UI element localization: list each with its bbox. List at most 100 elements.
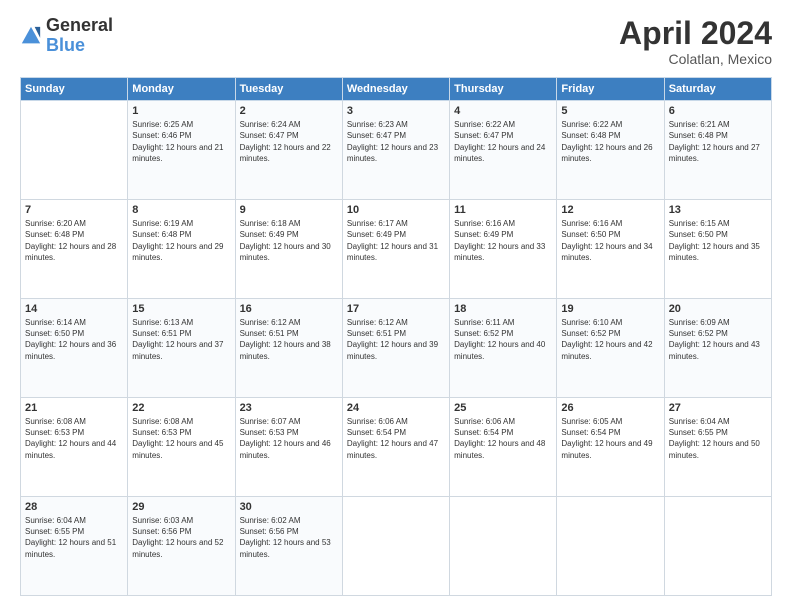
calendar-cell: 5 Sunrise: 6:22 AMSunset: 6:48 PMDaylight…: [557, 101, 664, 200]
day-info: Sunrise: 6:08 AMSunset: 6:53 PMDaylight:…: [132, 416, 230, 461]
calendar-cell: 19 Sunrise: 6:10 AMSunset: 6:52 PMDayligh…: [557, 299, 664, 398]
day-number: 17: [347, 303, 445, 315]
day-number: 13: [669, 204, 767, 216]
day-number: 7: [25, 204, 123, 216]
calendar-cell: 13 Sunrise: 6:15 AMSunset: 6:50 PMDayligh…: [664, 200, 771, 299]
day-info: Sunrise: 6:04 AMSunset: 6:55 PMDaylight:…: [669, 416, 767, 461]
calendar-week-row: 7Sunrise: 6:20 AMSunset: 6:48 PMDaylight…: [21, 200, 772, 299]
day-number: 22: [132, 402, 230, 414]
calendar-cell: [21, 101, 128, 200]
calendar-cell: [664, 497, 771, 596]
day-info: Sunrise: 6:08 AMSunset: 6:53 PMDaylight:…: [25, 416, 123, 461]
weekday-header-saturday: Saturday: [664, 78, 771, 101]
day-number: 14: [25, 303, 123, 315]
day-info: Sunrise: 6:04 AMSunset: 6:55 PMDaylight:…: [25, 515, 123, 560]
day-info: Sunrise: 6:11 AMSunset: 6:52 PMDaylight:…: [454, 317, 552, 362]
day-number: 25: [454, 402, 552, 414]
day-number: 21: [25, 402, 123, 414]
day-info: Sunrise: 6:13 AMSunset: 6:51 PMDaylight:…: [132, 317, 230, 362]
day-number: 2: [240, 105, 338, 117]
calendar-cell: 21 Sunrise: 6:08 AMSunset: 6:53 PMDayligh…: [21, 398, 128, 497]
calendar-week-row: 21 Sunrise: 6:08 AMSunset: 6:53 PMDayligh…: [21, 398, 772, 497]
day-info: Sunrise: 6:24 AMSunset: 6:47 PMDaylight:…: [240, 119, 338, 164]
day-info: Sunrise: 6:15 AMSunset: 6:50 PMDaylight:…: [669, 218, 767, 263]
month-title: April 2024: [619, 16, 772, 51]
calendar-cell: 6Sunrise: 6:21 AMSunset: 6:48 PMDaylight…: [664, 101, 771, 200]
day-info: Sunrise: 6:03 AMSunset: 6:56 PMDaylight:…: [132, 515, 230, 560]
day-info: Sunrise: 6:22 AMSunset: 6:48 PMDaylight:…: [561, 119, 659, 164]
day-number: 15: [132, 303, 230, 315]
weekday-header-tuesday: Tuesday: [235, 78, 342, 101]
calendar-cell: 3 Sunrise: 6:23 AMSunset: 6:47 PMDaylight…: [342, 101, 449, 200]
calendar-cell: 26 Sunrise: 6:05 AMSunset: 6:54 PMDayligh…: [557, 398, 664, 497]
calendar-cell: 4Sunrise: 6:22 AMSunset: 6:47 PMDaylight…: [450, 101, 557, 200]
day-number: 20: [669, 303, 767, 315]
day-info: Sunrise: 6:06 AMSunset: 6:54 PMDaylight:…: [454, 416, 552, 461]
day-info: Sunrise: 6:14 AMSunset: 6:50 PMDaylight:…: [25, 317, 123, 362]
day-number: 11: [454, 204, 552, 216]
weekday-header-thursday: Thursday: [450, 78, 557, 101]
day-number: 28: [25, 501, 123, 513]
day-info: Sunrise: 6:12 AMSunset: 6:51 PMDaylight:…: [347, 317, 445, 362]
day-info: Sunrise: 6:02 AMSunset: 6:56 PMDaylight:…: [240, 515, 338, 560]
weekday-header-wednesday: Wednesday: [342, 78, 449, 101]
day-info: Sunrise: 6:09 AMSunset: 6:52 PMDaylight:…: [669, 317, 767, 362]
calendar-cell: 22 Sunrise: 6:08 AMSunset: 6:53 PMDayligh…: [128, 398, 235, 497]
day-info: Sunrise: 6:12 AMSunset: 6:51 PMDaylight:…: [240, 317, 338, 362]
day-number: 19: [561, 303, 659, 315]
calendar-cell: 28 Sunrise: 6:04 AMSunset: 6:55 PMDayligh…: [21, 497, 128, 596]
day-number: 26: [561, 402, 659, 414]
calendar-cell: 20 Sunrise: 6:09 AMSunset: 6:52 PMDayligh…: [664, 299, 771, 398]
day-number: 8: [132, 204, 230, 216]
day-info: Sunrise: 6:22 AMSunset: 6:47 PMDaylight:…: [454, 119, 552, 164]
calendar-cell: 23 Sunrise: 6:07 AMSunset: 6:53 PMDayligh…: [235, 398, 342, 497]
calendar-cell: 2 Sunrise: 6:24 AMSunset: 6:47 PMDaylight…: [235, 101, 342, 200]
calendar-week-row: 28 Sunrise: 6:04 AMSunset: 6:55 PMDayligh…: [21, 497, 772, 596]
day-number: 30: [240, 501, 338, 513]
day-info: Sunrise: 6:21 AMSunset: 6:48 PMDaylight:…: [669, 119, 767, 164]
calendar-cell: 12 Sunrise: 6:16 AMSunset: 6:50 PMDayligh…: [557, 200, 664, 299]
title-block: April 2024 Colatlan, Mexico: [619, 16, 772, 67]
location: Colatlan, Mexico: [619, 51, 772, 67]
calendar-cell: 16 Sunrise: 6:12 AMSunset: 6:51 PMDayligh…: [235, 299, 342, 398]
calendar-table: SundayMondayTuesdayWednesdayThursdayFrid…: [20, 77, 772, 596]
calendar-cell: 9Sunrise: 6:18 AMSunset: 6:49 PMDaylight…: [235, 200, 342, 299]
day-info: Sunrise: 6:10 AMSunset: 6:52 PMDaylight:…: [561, 317, 659, 362]
day-number: 24: [347, 402, 445, 414]
calendar-page: General Blue April 2024 Colatlan, Mexico…: [0, 0, 792, 612]
calendar-cell: 17 Sunrise: 6:12 AMSunset: 6:51 PMDayligh…: [342, 299, 449, 398]
day-info: Sunrise: 6:05 AMSunset: 6:54 PMDaylight:…: [561, 416, 659, 461]
weekday-header-monday: Monday: [128, 78, 235, 101]
day-number: 3: [347, 105, 445, 117]
calendar-cell: 25 Sunrise: 6:06 AMSunset: 6:54 PMDayligh…: [450, 398, 557, 497]
day-info: Sunrise: 6:16 AMSunset: 6:50 PMDaylight:…: [561, 218, 659, 263]
logo-icon: [20, 25, 42, 47]
calendar-cell: 10Sunrise: 6:17 AMSunset: 6:49 PMDayligh…: [342, 200, 449, 299]
day-number: 18: [454, 303, 552, 315]
calendar-cell: [342, 497, 449, 596]
calendar-cell: 14 Sunrise: 6:14 AMSunset: 6:50 PMDayligh…: [21, 299, 128, 398]
day-number: 23: [240, 402, 338, 414]
day-info: Sunrise: 6:06 AMSunset: 6:54 PMDaylight:…: [347, 416, 445, 461]
calendar-cell: 15 Sunrise: 6:13 AMSunset: 6:51 PMDayligh…: [128, 299, 235, 398]
calendar-cell: [557, 497, 664, 596]
day-info: Sunrise: 6:07 AMSunset: 6:53 PMDaylight:…: [240, 416, 338, 461]
day-number: 29: [132, 501, 230, 513]
weekday-header-sunday: Sunday: [21, 78, 128, 101]
calendar-cell: 1 Sunrise: 6:25 AMSunset: 6:46 PMDaylight…: [128, 101, 235, 200]
day-number: 5: [561, 105, 659, 117]
calendar-cell: 30 Sunrise: 6:02 AMSunset: 6:56 PMDayligh…: [235, 497, 342, 596]
calendar-cell: 11Sunrise: 6:16 AMSunset: 6:49 PMDayligh…: [450, 200, 557, 299]
day-info: Sunrise: 6:19 AMSunset: 6:48 PMDaylight:…: [132, 218, 230, 263]
day-info: Sunrise: 6:23 AMSunset: 6:47 PMDaylight:…: [347, 119, 445, 164]
day-number: 16: [240, 303, 338, 315]
calendar-cell: 7Sunrise: 6:20 AMSunset: 6:48 PMDaylight…: [21, 200, 128, 299]
weekday-header-friday: Friday: [557, 78, 664, 101]
day-info: Sunrise: 6:25 AMSunset: 6:46 PMDaylight:…: [132, 119, 230, 164]
day-number: 12: [561, 204, 659, 216]
calendar-cell: 18 Sunrise: 6:11 AMSunset: 6:52 PMDayligh…: [450, 299, 557, 398]
day-number: 10: [347, 204, 445, 216]
weekday-header-row: SundayMondayTuesdayWednesdayThursdayFrid…: [21, 78, 772, 101]
day-info: Sunrise: 6:18 AMSunset: 6:49 PMDaylight:…: [240, 218, 338, 263]
day-number: 1: [132, 105, 230, 117]
